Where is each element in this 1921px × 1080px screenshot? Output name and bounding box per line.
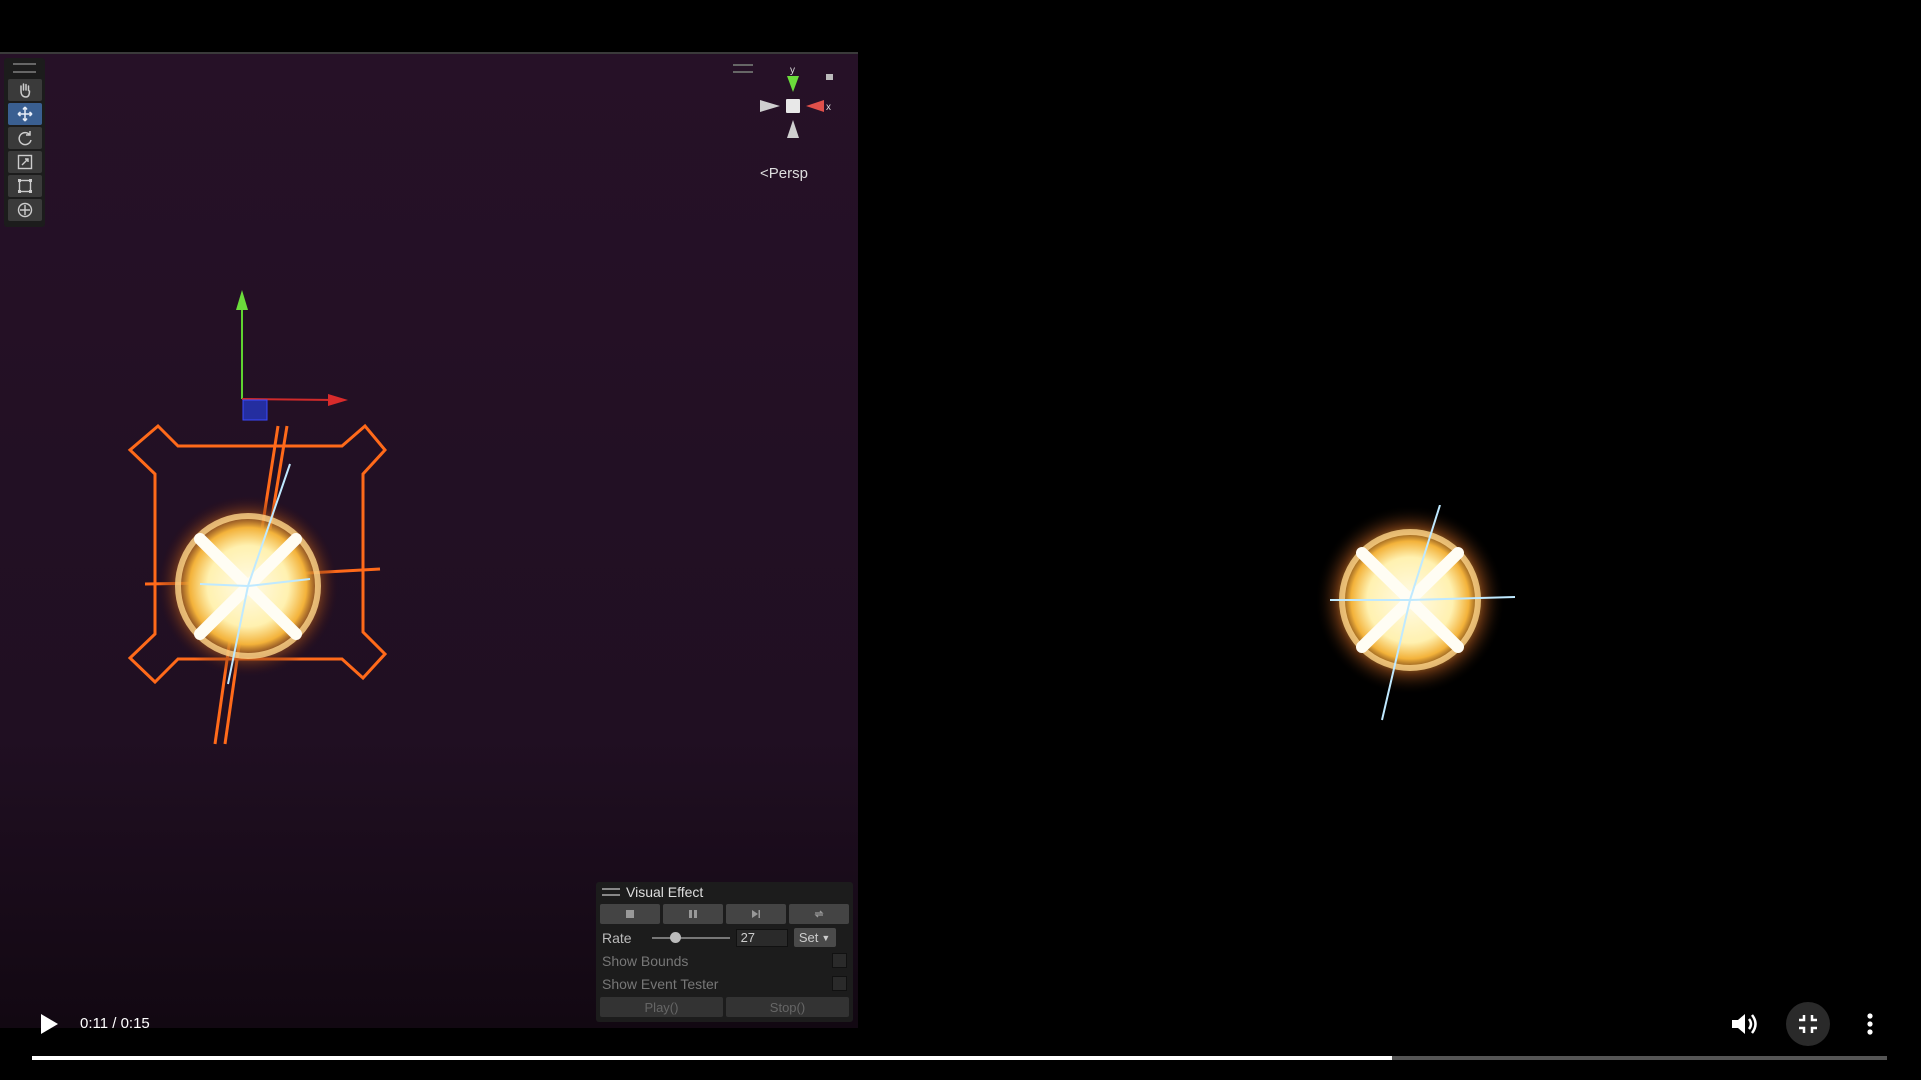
rect-icon xyxy=(17,179,32,193)
gizmo-neg-y-cone[interactable] xyxy=(787,120,799,138)
persp-label: Persp xyxy=(768,165,808,182)
more-options-button[interactable] xyxy=(1858,1008,1882,1040)
vfx-grip-icon xyxy=(602,888,620,896)
vfx-step-button[interactable] xyxy=(726,904,786,924)
scale-tool-button[interactable] xyxy=(7,151,42,173)
gizmo-neg-x-cone[interactable] xyxy=(760,100,780,112)
chevron-down-icon: ▼ xyxy=(821,932,831,943)
vfx-stop-button[interactable] xyxy=(600,904,660,924)
orientation-gizmo[interactable]: y x xyxy=(748,64,838,154)
transform-icon xyxy=(17,202,32,218)
projection-toggle[interactable]: <Persp xyxy=(760,165,808,182)
video-player-controls xyxy=(0,1000,1921,1080)
vfx-show-event-tester-label: Show Event Tester xyxy=(602,975,719,992)
particle-burst xyxy=(158,463,338,685)
vfx-show-event-tester-row: Show Event Tester xyxy=(596,972,853,995)
volume-icon xyxy=(1732,1014,1757,1034)
volume-button[interactable] xyxy=(1728,1008,1760,1040)
gizmo-center-cube[interactable] xyxy=(786,99,800,113)
vfx-rate-label: Rate xyxy=(602,929,632,946)
vfx-show-bounds-label: Show Bounds xyxy=(602,952,689,969)
step-icon xyxy=(752,910,760,918)
vfx-panel-header[interactable]: Visual Effect xyxy=(596,882,853,902)
vfx-rate-field[interactable]: 27 xyxy=(735,928,788,947)
move-tool-button[interactable] xyxy=(7,103,42,125)
play-icon xyxy=(41,1014,58,1034)
hand-tool-button[interactable] xyxy=(7,79,42,101)
scene-view[interactable]: y x <Persp Visual Effect Rate 27 Set ▼ S… xyxy=(0,52,858,1028)
lock-icon[interactable] xyxy=(826,74,833,80)
transform-handle[interactable] xyxy=(236,290,348,421)
pause-icon xyxy=(689,910,697,918)
game-view-particle-burst xyxy=(1315,505,1516,721)
tool-palette xyxy=(4,58,45,227)
rotate-icon xyxy=(17,131,32,146)
move-icon xyxy=(17,106,32,122)
play-button[interactable] xyxy=(34,1010,62,1038)
hand-icon xyxy=(19,83,30,98)
time-display: 0:11 / 0:15 xyxy=(80,1015,150,1032)
transform-tool-button[interactable] xyxy=(7,199,42,221)
gizmo-x-label: x xyxy=(826,102,831,113)
vfx-rate-row: Rate 27 Set ▼ xyxy=(596,926,853,949)
vfx-set-dropdown[interactable]: Set ▼ xyxy=(793,928,836,947)
vfx-set-label: Set xyxy=(798,930,819,945)
gizmo-x-cone[interactable] xyxy=(806,100,824,112)
vfx-rate-slider-knob[interactable] xyxy=(669,931,681,943)
vfx-show-bounds-row: Show Bounds xyxy=(596,949,853,972)
exit-fullscreen-button[interactable] xyxy=(1786,1002,1830,1046)
vfx-panel-title: Visual Effect xyxy=(626,884,704,900)
vfx-rate-slider[interactable] xyxy=(651,931,730,943)
tool-palette-grip[interactable] xyxy=(13,63,36,73)
vfx-pause-button[interactable] xyxy=(663,904,723,924)
rotate-tool-button[interactable] xyxy=(7,127,42,149)
vfx-show-event-tester-checkbox[interactable] xyxy=(832,976,847,991)
exit-fullscreen-icon xyxy=(1799,1015,1817,1033)
more-vertical-icon xyxy=(1867,1013,1873,1035)
progress-bar[interactable] xyxy=(32,1056,1887,1060)
vfx-restart-button[interactable] xyxy=(789,904,849,924)
stop-icon xyxy=(626,910,634,918)
gizmo-y-label: y xyxy=(790,65,795,76)
gizmo-y-cone[interactable] xyxy=(787,76,799,92)
scale-icon xyxy=(17,154,32,170)
restart-icon xyxy=(814,910,824,918)
rect-tool-button[interactable] xyxy=(7,175,42,197)
progress-bar-fill xyxy=(32,1056,1392,1060)
persp-chevron-icon: < xyxy=(760,165,769,182)
vfx-show-bounds-checkbox[interactable] xyxy=(832,953,847,968)
